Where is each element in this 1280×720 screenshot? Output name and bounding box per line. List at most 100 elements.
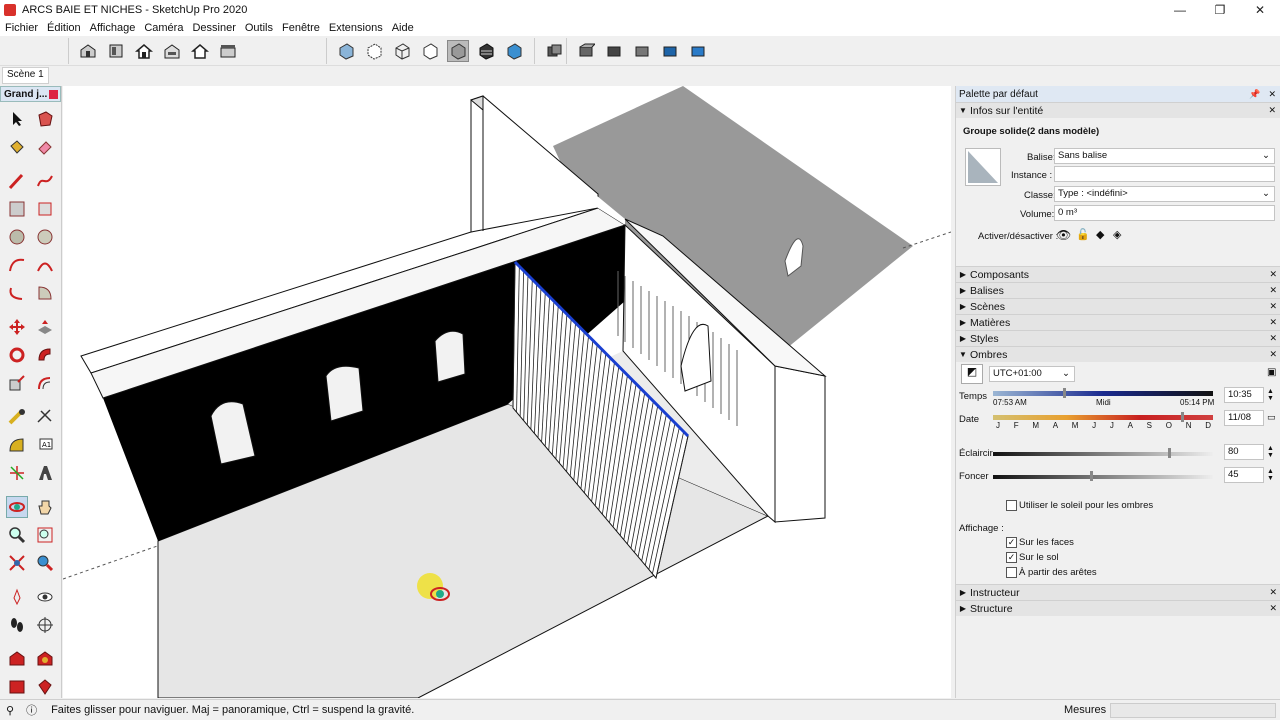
text-icon[interactable]: A1	[34, 434, 56, 456]
dark-slider[interactable]	[993, 475, 1213, 479]
pie-icon[interactable]	[34, 282, 56, 304]
section-balises[interactable]: ▶ Balises ✕	[956, 282, 1280, 298]
classe-select[interactable]: Type : <indéfini> ⌄	[1054, 186, 1275, 202]
light-input[interactable]: 80	[1224, 444, 1264, 460]
visible-eye-icon[interactable]: 👁	[1056, 228, 1071, 242]
balise-select[interactable]: Sans balise ⌄	[1054, 148, 1275, 164]
dark-input[interactable]: 45	[1224, 467, 1264, 483]
left-view-icon[interactable]	[217, 40, 239, 62]
menu-dessiner[interactable]: Dessiner	[192, 22, 235, 34]
shadow-toggle-icon[interactable]: ◩	[961, 364, 983, 384]
date-input[interactable]: 11/08	[1224, 410, 1264, 426]
time-slider-thumb[interactable]	[1063, 388, 1066, 398]
line-icon[interactable]	[6, 170, 28, 192]
offset-icon[interactable]	[34, 372, 56, 394]
section-close-icon[interactable]: ✕	[1269, 349, 1277, 360]
section-plane-tool-icon[interactable]	[34, 614, 56, 636]
orbit-icon[interactable]	[6, 496, 28, 518]
wireframe-icon[interactable]	[391, 40, 413, 62]
scale-icon[interactable]	[6, 372, 28, 394]
right-view-icon[interactable]	[161, 40, 183, 62]
two-point-arc-icon[interactable]	[34, 254, 56, 276]
light-spinner-icon[interactable]: ▲ ▼	[1267, 445, 1274, 459]
section-close-icon[interactable]: ✕	[1269, 285, 1277, 296]
walk-icon[interactable]	[6, 614, 28, 636]
instance-input[interactable]	[1054, 166, 1275, 182]
time-input[interactable]: 10:35	[1224, 387, 1264, 403]
menu-aide[interactable]: Aide	[392, 22, 414, 34]
measurements-input[interactable]	[1110, 703, 1276, 718]
protractor-icon[interactable]	[6, 434, 28, 456]
section-close-icon[interactable]: ✕	[1269, 317, 1277, 328]
outer-shell-icon[interactable]	[575, 40, 597, 62]
zoom-window-icon[interactable]	[34, 524, 56, 546]
menu-affichage[interactable]: Affichage	[90, 22, 136, 34]
section-ombres[interactable]: ▼ Ombres ✕	[956, 346, 1280, 362]
circle-icon[interactable]	[6, 226, 28, 248]
entity-info-header[interactable]: ▼ Infos sur l'entité ✕	[956, 102, 1280, 118]
cast-shadows-icon[interactable]: ◆	[1096, 228, 1104, 241]
pin-icon[interactable]: 📌	[1249, 89, 1260, 100]
zoom-icon[interactable]	[6, 524, 28, 546]
time-spinner-icon[interactable]: ▲ ▼	[1267, 388, 1274, 402]
rotate-icon[interactable]	[6, 344, 28, 366]
polygon-icon[interactable]	[34, 226, 56, 248]
section-scenes[interactable]: ▶ Scènes ✕	[956, 298, 1280, 314]
on-ground-checkbox[interactable]: ✓	[1006, 552, 1017, 563]
freehand-icon[interactable]	[34, 170, 56, 192]
menu-fichier[interactable]: Fichier	[5, 22, 38, 34]
front-view-icon[interactable]	[133, 40, 155, 62]
shaded-icon[interactable]	[447, 40, 469, 62]
xray-icon[interactable]	[335, 40, 357, 62]
geo-location-icon[interactable]: ⚲	[6, 704, 14, 717]
tray-close-icon[interactable]: ✕	[1268, 89, 1276, 100]
make-component-icon[interactable]	[34, 108, 56, 130]
back-view-icon[interactable]	[189, 40, 211, 62]
paint-bucket-icon[interactable]	[6, 136, 28, 158]
three-point-arc-icon[interactable]	[6, 282, 28, 304]
warehouse-icon[interactable]	[6, 648, 28, 670]
calendar-icon[interactable]: ▭	[1267, 412, 1276, 423]
move-icon[interactable]	[6, 316, 28, 338]
menu-outils[interactable]: Outils	[245, 22, 273, 34]
ruby-console-icon[interactable]	[34, 676, 56, 698]
model-viewport[interactable]	[63, 86, 951, 698]
zoom-extents-icon[interactable]	[6, 552, 28, 574]
look-around-icon[interactable]	[34, 586, 56, 608]
light-slider-thumb[interactable]	[1168, 448, 1171, 458]
use-sun-checkbox[interactable]	[1006, 500, 1017, 511]
menu-camera[interactable]: Caméra	[144, 22, 183, 34]
section-close-icon[interactable]: ✕	[1269, 269, 1277, 280]
iso-view-icon[interactable]	[77, 40, 99, 62]
eraser-icon[interactable]	[34, 136, 56, 158]
trim-icon[interactable]	[687, 40, 709, 62]
section-instructeur[interactable]: ▶ Instructeur ✕	[956, 584, 1280, 600]
shaded-textures-icon[interactable]	[475, 40, 497, 62]
extension-warehouse-icon[interactable]	[34, 648, 56, 670]
section-matieres[interactable]: ▶ Matières ✕	[956, 314, 1280, 330]
receive-shadows-icon[interactable]: ◈	[1113, 228, 1121, 241]
menu-extensions[interactable]: Extensions	[329, 22, 383, 34]
minimize-button[interactable]: —	[1160, 0, 1200, 20]
light-slider[interactable]	[993, 452, 1213, 456]
lock-icon[interactable]: 🔓	[1076, 228, 1090, 241]
position-camera-icon[interactable]	[6, 586, 28, 608]
union-icon[interactable]	[631, 40, 653, 62]
menu-edition[interactable]: Édition	[47, 22, 81, 34]
section-close-icon[interactable]: ✕	[1269, 301, 1277, 312]
dark-slider-thumb[interactable]	[1090, 471, 1093, 481]
subtract-icon[interactable]	[659, 40, 681, 62]
material-swatch[interactable]	[965, 148, 1001, 186]
3d-text-icon[interactable]	[34, 462, 56, 484]
from-edges-checkbox[interactable]	[1006, 567, 1017, 578]
details-icon[interactable]: ▣	[1267, 367, 1276, 378]
dark-spinner-icon[interactable]: ▲ ▼	[1267, 468, 1274, 482]
select-icon[interactable]	[6, 108, 28, 130]
tray-close-icon[interactable]	[49, 89, 58, 99]
back-edges-icon[interactable]	[363, 40, 385, 62]
hidden-line-icon[interactable]	[419, 40, 441, 62]
maximize-button[interactable]: ❐	[1200, 0, 1240, 20]
section-plane-icon[interactable]	[543, 40, 565, 62]
close-button[interactable]: ✕	[1240, 0, 1280, 20]
time-slider[interactable]	[993, 391, 1213, 396]
